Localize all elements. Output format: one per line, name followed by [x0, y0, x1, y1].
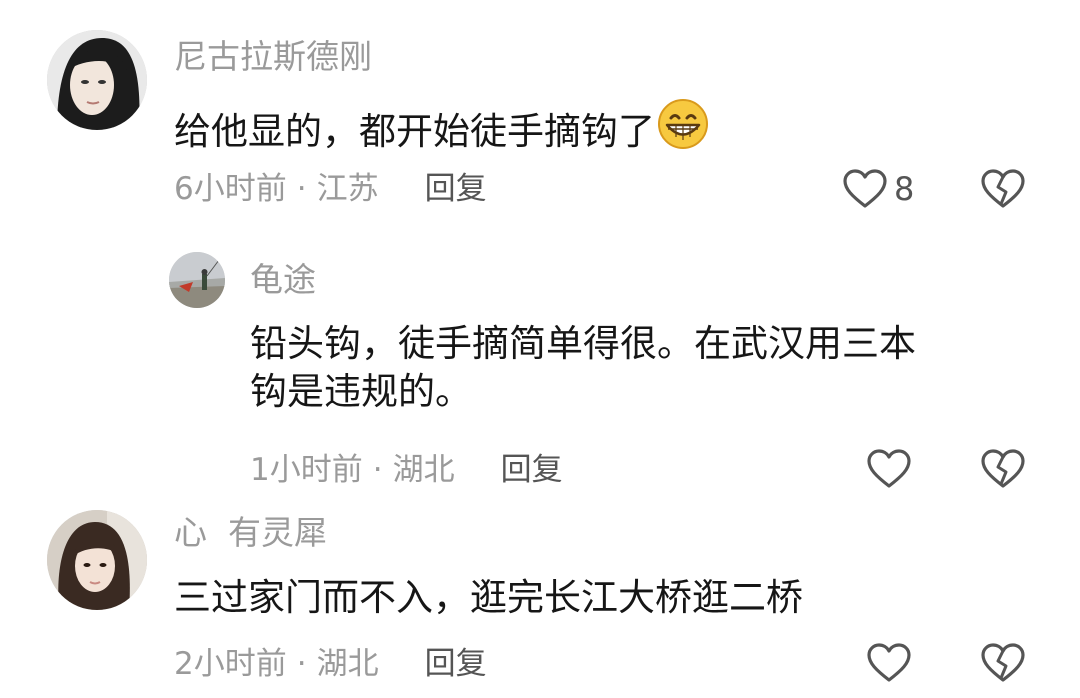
username[interactable]: 龟途	[250, 263, 316, 296]
avatar[interactable]	[47, 510, 147, 610]
dislike-button[interactable]	[980, 168, 1026, 214]
grinning-face-emoji	[657, 98, 709, 162]
reply-text: 铅头钩，徒手摘简单得很。在武汉用三本 钩是违规的。	[250, 320, 916, 416]
timestamp: 6小时前	[174, 171, 287, 207]
avatar-image	[169, 252, 225, 308]
meta-separator: ·	[296, 171, 307, 207]
comment-body: 给他显的，都开始徒手摘钩了	[174, 110, 655, 153]
heart-outline-icon	[867, 643, 911, 682]
like-button[interactable]	[866, 448, 912, 490]
comment-text: 给他显的，都开始徒手摘钩了	[174, 98, 709, 162]
timestamp: 2小时前	[174, 646, 287, 682]
meta-separator: ·	[296, 646, 307, 682]
location: 江苏	[316, 171, 379, 207]
comment-meta: 2小时前 · 湖北 回复	[174, 649, 487, 680]
timestamp: 1小时前	[250, 452, 363, 488]
username[interactable]: 尼古拉斯德刚	[174, 40, 372, 73]
like-button[interactable]: 8	[842, 168, 914, 210]
reply-button[interactable]: 回复	[425, 649, 487, 680]
dislike-button[interactable]	[980, 642, 1026, 688]
avatar-image	[47, 30, 147, 130]
heart-outline-icon	[843, 169, 887, 208]
avatar-image	[47, 510, 147, 610]
dislike-button[interactable]	[980, 448, 1026, 494]
reply-meta: 1小时前 · 湖北 回复	[250, 455, 563, 486]
comment-meta: 6小时前 · 江苏 回复	[174, 174, 487, 205]
reply-button[interactable]: 回复	[425, 174, 487, 205]
broken-heart-icon	[981, 449, 1025, 488]
reply-text-line: 铅头钩，徒手摘简单得很。在武汉用三本	[250, 322, 916, 365]
like-count: 8	[894, 170, 915, 208]
broken-heart-icon	[981, 169, 1025, 208]
reply-button[interactable]: 回复	[501, 455, 563, 486]
username[interactable]: 心 有灵犀	[174, 516, 327, 549]
avatar[interactable]	[47, 30, 147, 130]
reply-text-line: 钩是违规的。	[250, 370, 472, 414]
broken-heart-icon	[981, 643, 1025, 682]
avatar[interactable]	[169, 252, 225, 308]
like-button[interactable]	[866, 642, 912, 684]
meta-separator: ·	[372, 452, 383, 488]
location: 湖北	[392, 452, 455, 488]
comment-text: 三过家门而不入，逛完长江大桥逛二桥	[174, 576, 803, 619]
heart-outline-icon	[867, 449, 911, 488]
location: 湖北	[316, 646, 379, 682]
